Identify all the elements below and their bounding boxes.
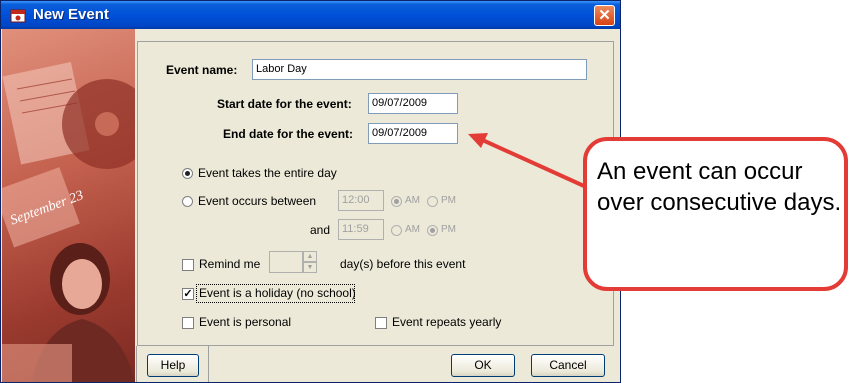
callout-text: An event can occur over consecutive days… — [597, 158, 842, 216]
arrow-pointer — [477, 136, 585, 188]
